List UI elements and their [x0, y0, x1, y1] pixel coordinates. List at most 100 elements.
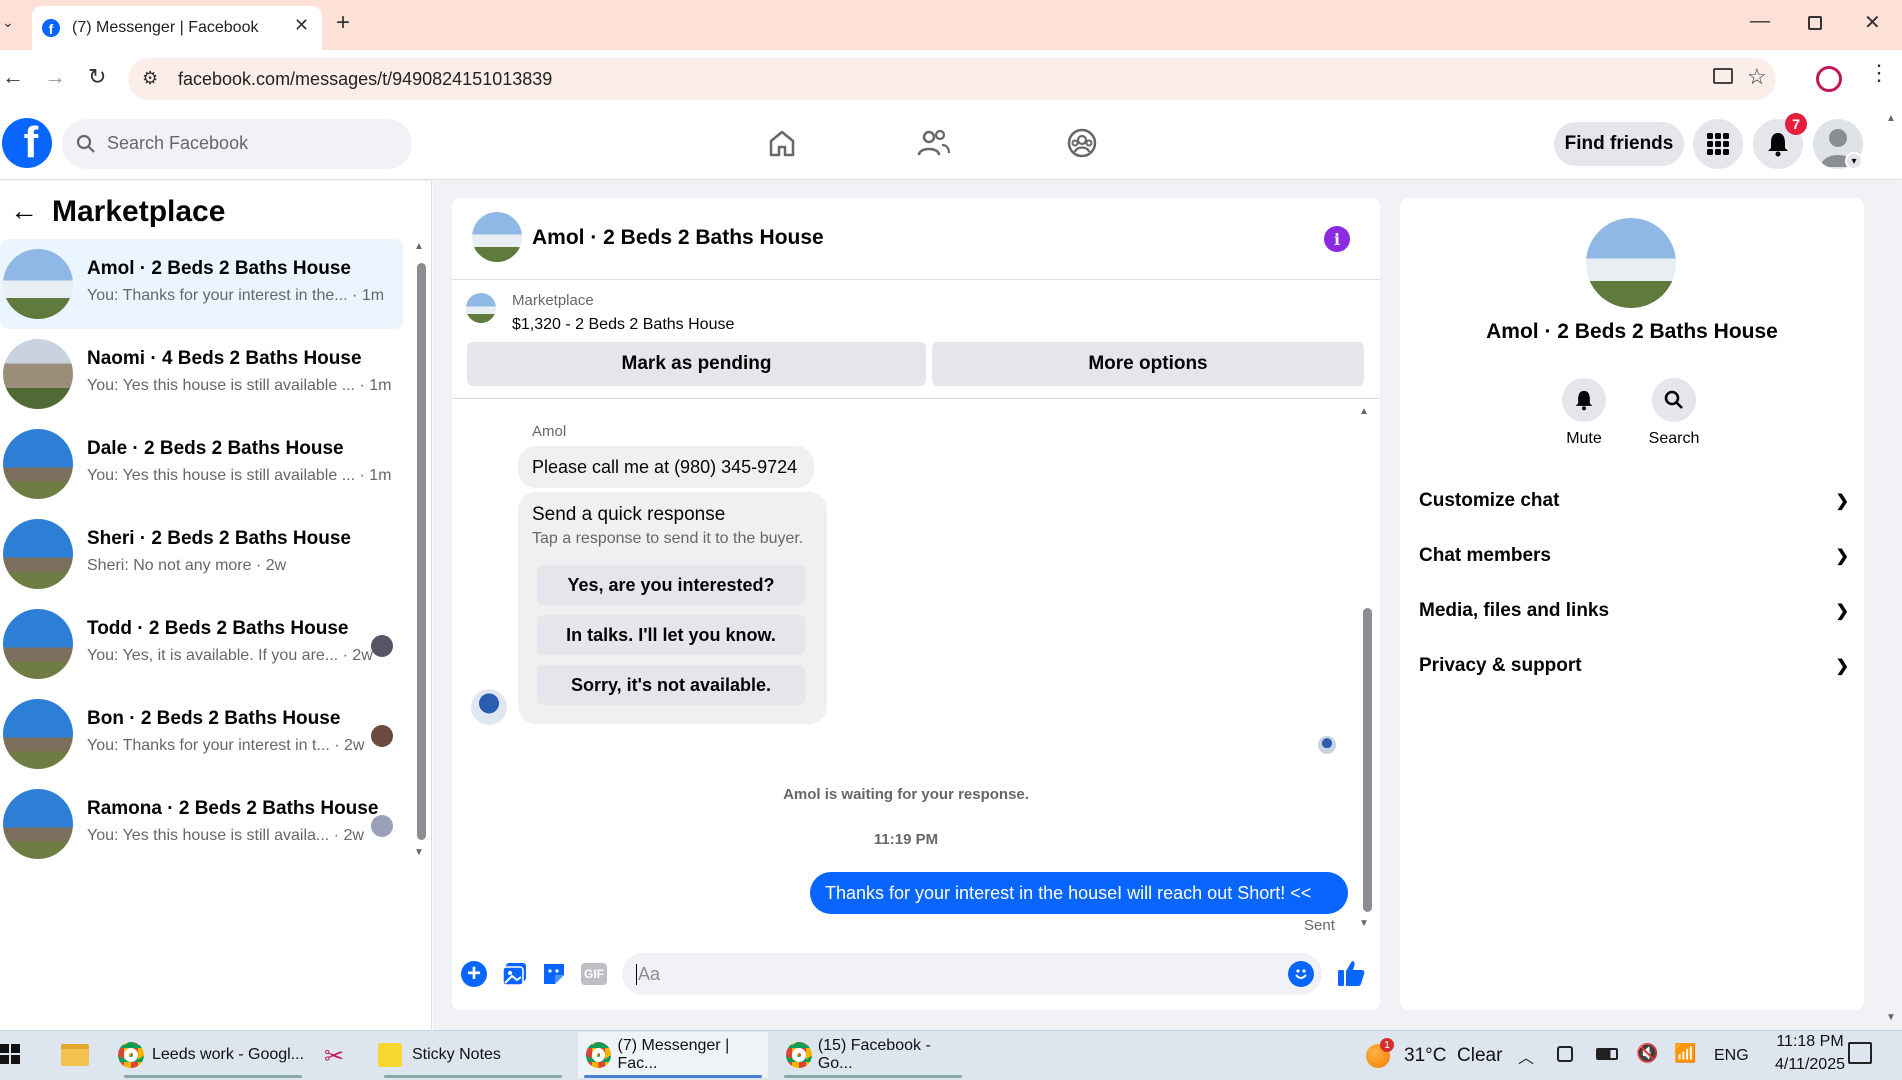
- listing-price[interactable]: $1,320 - 2 Beds 2 Baths House: [512, 316, 734, 334]
- customize-chat-section[interactable]: Customize chat ❯: [1419, 481, 1849, 521]
- page-scroll-down-icon[interactable]: ▼: [1886, 1012, 1896, 1023]
- quick-response-subtitle: Tap a response to send it to the buyer.: [532, 530, 804, 547]
- scroll-down-arrow-icon[interactable]: ▼: [414, 847, 424, 858]
- sender-avatar[interactable]: [471, 689, 507, 725]
- taskbar-chrome-messenger[interactable]: (7) Messenger | Fac...: [578, 1032, 768, 1078]
- site-settings-icon[interactable]: ⚙: [142, 68, 158, 89]
- clock-date[interactable]: 4/11/2025: [1760, 1056, 1860, 1074]
- listing-thumbnail[interactable]: [466, 293, 496, 323]
- reload-icon[interactable]: ↻: [88, 64, 106, 90]
- weather-text[interactable]: 31°C Clear: [1404, 1045, 1502, 1067]
- window-restore-icon[interactable]: [1808, 16, 1822, 30]
- listing-avatar: [3, 249, 73, 319]
- listing-avatar: [3, 789, 73, 859]
- listing-avatar: [3, 519, 73, 589]
- find-friends-button[interactable]: Find friends: [1554, 122, 1684, 166]
- file-explorer-icon[interactable]: [61, 1044, 89, 1066]
- forward-arrow-icon[interactable]: →: [44, 64, 66, 90]
- outgoing-message-bubble[interactable]: Thanks for your interest in the houseI w…: [810, 872, 1348, 914]
- chat-title[interactable]: Amol · 2 Beds 2 Baths House: [532, 226, 824, 250]
- privacy-support-section[interactable]: Privacy & support ❯: [1419, 646, 1849, 686]
- message-input[interactable]: Aa: [622, 953, 1322, 995]
- friends-icon[interactable]: [915, 127, 951, 159]
- quick-response-option[interactable]: Sorry, it's not available.: [537, 665, 805, 705]
- mark-as-pending-button[interactable]: Mark as pending: [467, 342, 926, 386]
- notification-count-badge: 7: [1785, 113, 1807, 135]
- home-icon[interactable]: [766, 127, 798, 159]
- quick-response-option[interactable]: Yes, are you interested?: [537, 565, 805, 605]
- media-files-links-section[interactable]: Media, files and links ❯: [1419, 591, 1849, 631]
- taskbar-chrome-facebook[interactable]: (15) Facebook - Go...: [778, 1032, 968, 1078]
- sender-name: Amol: [532, 423, 567, 440]
- show-hidden-icons-chevron-icon[interactable]: ︿: [1518, 1044, 1534, 1068]
- info-title: Amol · 2 Beds 2 Baths House: [1486, 320, 1778, 343]
- taskbar-sticky-notes[interactable]: Sticky Notes: [378, 1032, 568, 1078]
- sticky-notes-icon: [378, 1043, 402, 1067]
- more-actions-plus-icon[interactable]: +: [461, 961, 487, 987]
- volume-muted-icon[interactable]: 🔇: [1636, 1043, 1658, 1064]
- language-indicator[interactable]: ENG: [1714, 1047, 1749, 1065]
- conversation-info-icon[interactable]: i: [1324, 226, 1350, 252]
- quick-response-option[interactable]: In talks. I'll let you know.: [537, 615, 805, 655]
- messages-scroll-down-icon[interactable]: ▼: [1359, 918, 1369, 929]
- messages-scroll-up-icon[interactable]: ▲: [1359, 406, 1369, 417]
- sticker-icon[interactable]: [541, 961, 567, 987]
- info-avatar[interactable]: [1586, 218, 1676, 308]
- conversation-list-scrollbar[interactable]: [417, 263, 426, 840]
- account-chevron-icon[interactable]: ▾: [1845, 152, 1863, 170]
- bookmark-star-icon[interactable]: ☆: [1747, 64, 1767, 90]
- back-arrow-icon[interactable]: ←: [2, 64, 24, 90]
- wifi-icon[interactable]: 📶: [1674, 1043, 1696, 1064]
- conversation-item[interactable]: Amol · 2 Beds 2 Baths House You: Thanks …: [0, 239, 403, 329]
- message-input-placeholder: Aa: [636, 964, 661, 985]
- mute-button[interactable]: [1562, 378, 1606, 422]
- window-minimize-icon[interactable]: —: [1750, 10, 1770, 33]
- conversation-item[interactable]: Naomi · 4 Beds 2 Baths House You: Yes th…: [0, 329, 403, 419]
- facebook-search-input[interactable]: Search Facebook: [62, 119, 412, 169]
- back-arrow-icon[interactable]: ←: [10, 195, 38, 227]
- search-label: Search: [1648, 430, 1700, 447]
- more-options-button[interactable]: More options: [932, 342, 1364, 386]
- browser-menu-icon[interactable]: ⋮: [1868, 62, 1890, 84]
- chrome-icon: [586, 1042, 612, 1068]
- clock-time[interactable]: 11:18 PM: [1760, 1033, 1860, 1051]
- new-tab-plus-icon[interactable]: +: [336, 9, 350, 37]
- battery-icon[interactable]: [1596, 1048, 1618, 1060]
- attach-photo-icon[interactable]: [502, 961, 528, 987]
- search-in-conversation-button[interactable]: [1652, 378, 1696, 422]
- sent-status: Sent: [1304, 917, 1335, 934]
- tab-close-icon[interactable]: ✕: [294, 15, 309, 36]
- menu-grid-button[interactable]: [1693, 119, 1743, 169]
- snipping-tool-icon[interactable]: ✂: [324, 1042, 344, 1071]
- address-bar[interactable]: ⚙ facebook.com/messages/t/94908241510138…: [128, 58, 1776, 100]
- scroll-up-arrow-icon[interactable]: ▲: [414, 241, 424, 252]
- gif-icon[interactable]: GIF: [581, 963, 607, 985]
- chat-header-avatar[interactable]: [472, 212, 522, 262]
- taskbar-indicator: [584, 1075, 762, 1078]
- like-thumbs-up-icon[interactable]: [1336, 958, 1366, 988]
- install-app-icon[interactable]: [1713, 68, 1733, 84]
- groups-icon[interactable]: [1066, 127, 1098, 159]
- conversation-item[interactable]: Ramona · 2 Beds 2 Baths House You: Yes t…: [0, 779, 403, 869]
- page-scroll-up-icon[interactable]: ▲: [1886, 113, 1896, 124]
- chrome-icon: [118, 1042, 144, 1068]
- conversation-item[interactable]: Todd · 2 Beds 2 Baths House You: Yes, it…: [0, 599, 403, 689]
- conversation-item[interactable]: Sheri · 2 Beds 2 Baths House Sheri: No n…: [0, 509, 403, 599]
- conversation-item[interactable]: Bon · 2 Beds 2 Baths House You: Thanks f…: [0, 689, 403, 779]
- chat-members-section[interactable]: Chat members ❯: [1419, 536, 1849, 576]
- section-label: Privacy & support: [1419, 655, 1582, 676]
- facebook-logo-icon[interactable]: f: [2, 118, 52, 168]
- notification-center-icon[interactable]: [1848, 1042, 1872, 1064]
- tab-search-chevron-icon[interactable]: ⌄: [2, 14, 14, 31]
- meet-now-icon[interactable]: [1557, 1046, 1573, 1062]
- conversation-preview: You: Yes this house is still available .…: [87, 377, 392, 394]
- conversation-item[interactable]: Dale · 2 Beds 2 Baths House You: Yes thi…: [0, 419, 403, 509]
- emoji-icon[interactable]: [1288, 961, 1314, 987]
- windows-start-icon[interactable]: [0, 1044, 20, 1064]
- incoming-message-bubble[interactable]: Please call me at (980) 345-9724: [518, 446, 814, 488]
- profile-icon[interactable]: [1816, 66, 1842, 92]
- messages-scrollbar[interactable]: [1363, 608, 1372, 912]
- taskbar-chrome-leeds[interactable]: Leeds work - Googl...: [118, 1032, 308, 1078]
- window-close-icon[interactable]: ✕: [1864, 10, 1881, 35]
- browser-tab-messenger[interactable]: f (7) Messenger | Facebook ✕: [32, 6, 322, 50]
